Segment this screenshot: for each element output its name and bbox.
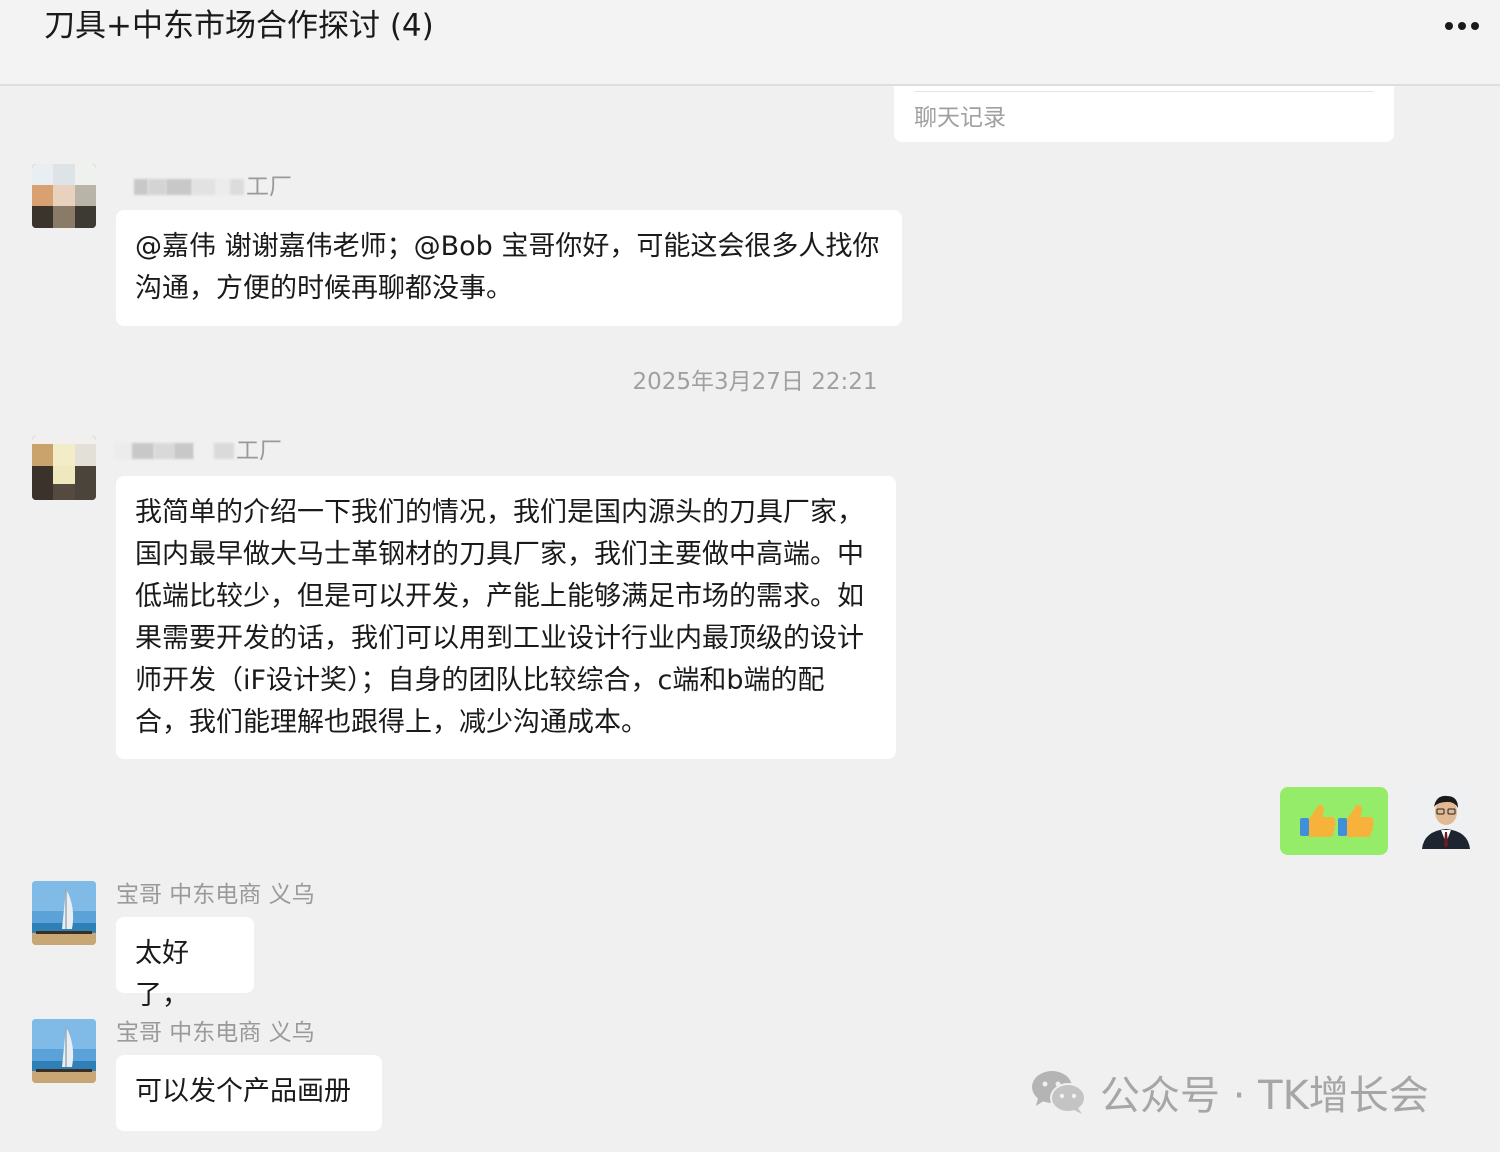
message-text: 太好了， — [135, 938, 189, 1011]
sender-name: 工厂 — [114, 436, 282, 466]
message-bubble[interactable]: 我简单的介绍一下我们的情况，我们是国内源头的刀具厂家，国内最早做大马士革钢材的刀… — [116, 476, 896, 759]
message-bubble[interactable]: @嘉伟 谢谢嘉伟老师；@Bob 宝哥你好，可能这会很多人找你沟通，方便的时候再聊… — [116, 210, 902, 326]
avatar[interactable] — [32, 436, 96, 500]
avatar[interactable] — [32, 164, 96, 228]
message-bubble[interactable]: 太好了， — [116, 917, 254, 1011]
avatar[interactable] — [32, 881, 96, 945]
more-dots-icon[interactable] — [1436, 8, 1488, 44]
chat-title: 刀具+中东市场合作探讨 (4) — [44, 8, 434, 44]
watermark-text: 公众号 · TK增长会 — [1100, 1073, 1429, 1119]
watermark: 公众号 · TK增长会 — [1030, 1064, 1429, 1120]
message-text: 我简单的介绍一下我们的情况，我们是国内源头的刀具厂家，国内最早做大马士革钢材的刀… — [135, 497, 864, 738]
message-bubble[interactable]: 可以发个产品画册 — [116, 1055, 382, 1131]
chat-header: 刀具+中东市场合作探讨 (4) — [0, 0, 1500, 86]
message-text: 可以发个产品画册 — [135, 1076, 351, 1107]
message-text: @嘉伟 谢谢嘉伟老师；@Bob 宝哥你好，可能这会很多人找你沟通，方便的时候再聊… — [135, 231, 880, 304]
timestamp: 2025年3月27日 22:21 — [632, 369, 878, 395]
sender-name: 宝哥 中东电商 义乌 — [116, 1020, 315, 1046]
wechat-icon — [1032, 1071, 1086, 1114]
sender-name: 宝哥 中东电商 义乌 — [116, 882, 315, 908]
my-message-bubble[interactable] — [1280, 787, 1388, 855]
thumbs-up-icon — [1300, 805, 1374, 837]
sender-name: 工厂 — [134, 172, 292, 202]
chat-history-label: 聊天记录 — [914, 105, 1006, 131]
divider — [914, 91, 1374, 92]
my-avatar[interactable] — [1414, 785, 1478, 849]
avatar[interactable] — [32, 1019, 96, 1083]
chat-history-card[interactable]: 聊天记录 — [894, 86, 1394, 142]
